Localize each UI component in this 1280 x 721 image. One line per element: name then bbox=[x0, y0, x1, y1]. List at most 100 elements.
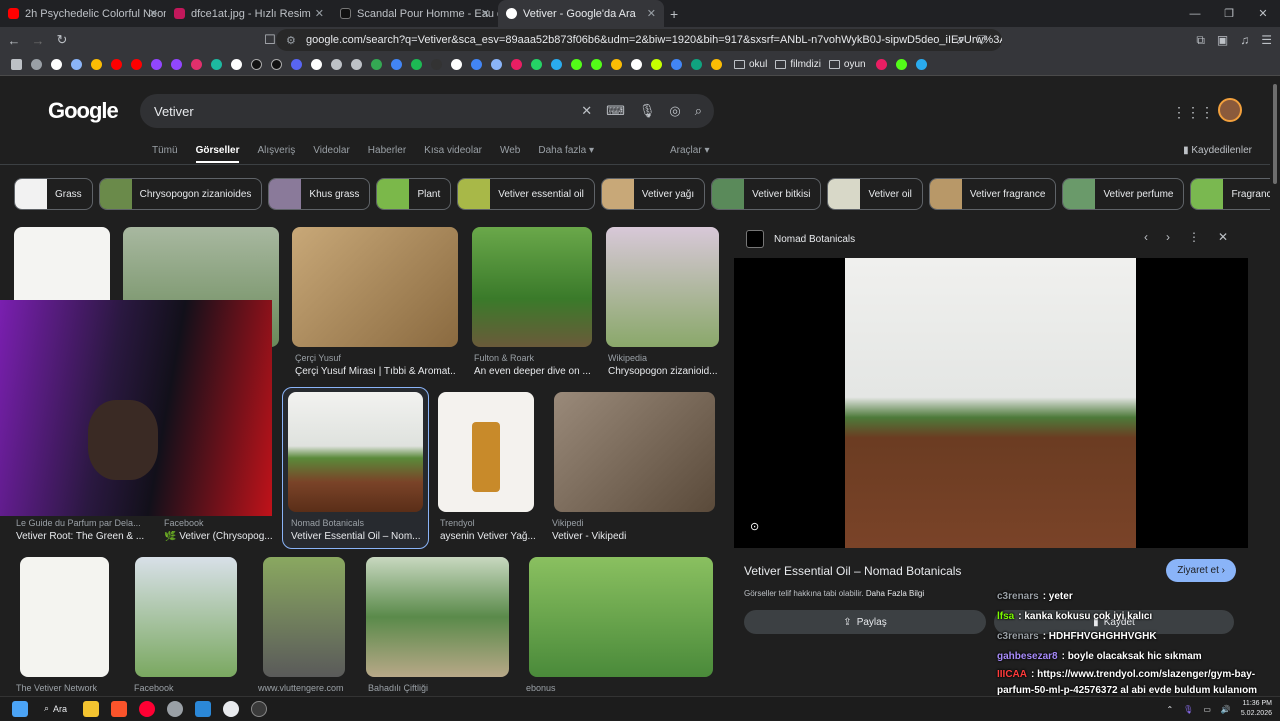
share-button[interactable]: ⇪ Paylaş bbox=[744, 610, 986, 634]
clear-icon[interactable]: ✕ bbox=[581, 103, 592, 119]
result-image[interactable] bbox=[554, 392, 715, 512]
instagram-icon[interactable] bbox=[190, 58, 202, 70]
bookmark-icon[interactable] bbox=[210, 58, 222, 70]
close-icon[interactable]: ✕ bbox=[315, 7, 324, 20]
scrollbar-thumb[interactable] bbox=[1273, 84, 1277, 184]
result-caption[interactable]: www.vluttengere.com bbox=[258, 683, 358, 696]
bookmark-icon[interactable] bbox=[430, 58, 442, 70]
lens-icon[interactable]: ◎ bbox=[669, 103, 680, 119]
brave-shield-icon[interactable]: ⛉ bbox=[977, 33, 986, 48]
browser-tab-3[interactable]: Scandal Pour Homme - Eau de Toilett✕ bbox=[332, 0, 498, 27]
chip[interactable]: Vetiver oil bbox=[827, 178, 923, 210]
url-field[interactable]: ⚙ google.com/search?q=Vetiver&sca_esv=89… bbox=[276, 29, 1002, 51]
result-image[interactable] bbox=[438, 392, 534, 512]
tiktok-icon[interactable] bbox=[250, 58, 262, 70]
bookmark-icon[interactable] bbox=[490, 58, 502, 70]
chip[interactable]: Vetiver yağı bbox=[600, 178, 706, 210]
close-window-icon[interactable]: ✕ bbox=[1246, 7, 1280, 20]
network-icon[interactable]: ▭ bbox=[1203, 705, 1211, 714]
extensions-icon[interactable]: ⧉ bbox=[1196, 33, 1205, 48]
twitch-icon[interactable] bbox=[170, 58, 182, 70]
result-image[interactable] bbox=[20, 557, 109, 677]
result-image[interactable] bbox=[135, 557, 237, 677]
result-caption[interactable]: Facebook bbox=[134, 683, 234, 696]
google-logo[interactable]: Google bbox=[48, 98, 119, 124]
bookmark-icon[interactable] bbox=[710, 58, 722, 70]
tab-short-videos[interactable]: Kısa videolar bbox=[424, 145, 482, 163]
bookmark-icon[interactable] bbox=[30, 58, 42, 70]
bookmark-icon[interactable] bbox=[510, 58, 522, 70]
close-icon[interactable]: ✕ bbox=[481, 7, 490, 20]
chip[interactable]: Vetiver perfume bbox=[1062, 178, 1185, 210]
search-icon[interactable]: ⌕ bbox=[695, 103, 702, 119]
bookmark-folder-okul[interactable]: okul bbox=[734, 59, 767, 70]
result-caption[interactable]: Bahadılı Çiftliği bbox=[368, 683, 488, 696]
taskbar-search[interactable]: ⌕ Ara bbox=[44, 703, 67, 714]
browser-tab-4[interactable]: Vetiver - Google'da Ara ✕ bbox=[498, 0, 664, 27]
bookmark-icon[interactable] bbox=[670, 58, 682, 70]
close-icon[interactable]: ✕ bbox=[149, 7, 158, 20]
bookmark-folder-filmdizi[interactable]: filmdizi bbox=[775, 59, 821, 70]
mic-icon[interactable]: 🎙 bbox=[639, 103, 656, 119]
app-icon[interactable] bbox=[167, 700, 184, 717]
result-image[interactable] bbox=[606, 227, 719, 347]
tools-button[interactable]: Araçlar ▾ bbox=[670, 145, 709, 156]
file-explorer-icon[interactable] bbox=[83, 700, 100, 717]
youtube-icon[interactable] bbox=[110, 58, 122, 70]
result-image[interactable] bbox=[366, 557, 509, 677]
back-icon[interactable]: ← bbox=[4, 33, 24, 48]
keyboard-icon[interactable]: ⌨ bbox=[606, 103, 625, 119]
chip[interactable]: Fragrances bbox=[1190, 178, 1270, 210]
chip[interactable]: Vetiver essential oil bbox=[457, 178, 595, 210]
bookmark-icon[interactable] bbox=[50, 58, 62, 70]
drive-icon[interactable] bbox=[370, 58, 382, 70]
bookmark-icon[interactable] bbox=[390, 58, 402, 70]
bookmark-icon[interactable] bbox=[610, 58, 622, 70]
new-tab-button[interactable]: + bbox=[670, 6, 678, 22]
close-icon[interactable]: ✕ bbox=[1218, 230, 1228, 244]
media-icon[interactable]: ♫ bbox=[1240, 33, 1249, 47]
result-caption[interactable]: Facebook 🌿 Vetiver (Chrysopog... bbox=[164, 518, 274, 542]
volume-icon[interactable]: 🔊 bbox=[1221, 705, 1231, 714]
lens-icon[interactable]: ⊙ bbox=[750, 520, 759, 533]
bookmark-icon[interactable] bbox=[70, 58, 82, 70]
bookmark-icon[interactable] bbox=[875, 58, 887, 70]
whatsapp-icon[interactable] bbox=[530, 58, 542, 70]
brave-browser-icon[interactable] bbox=[111, 700, 128, 717]
result-image[interactable] bbox=[529, 557, 713, 677]
clock[interactable]: 11:36 PM 5.02.2026 bbox=[1241, 699, 1272, 719]
restore-icon[interactable]: ❐ bbox=[1212, 7, 1246, 20]
saved-button[interactable]: ▮ Kaydedilenler bbox=[1183, 145, 1252, 156]
chevron-up-icon[interactable]: ⌃ bbox=[1166, 705, 1173, 714]
panel-header[interactable]: Nomad Botanicals bbox=[746, 230, 855, 248]
result-image[interactable] bbox=[288, 392, 423, 512]
app-icon[interactable] bbox=[223, 700, 240, 717]
tab-images[interactable]: Görseller bbox=[195, 145, 240, 163]
twitch-icon[interactable] bbox=[150, 58, 162, 70]
result-caption[interactable]: ebonus bbox=[526, 683, 626, 696]
result-caption[interactable]: Vikipedi Vetiver - Vikipedi bbox=[552, 518, 702, 542]
previous-icon[interactable]: ‹ bbox=[1144, 230, 1148, 244]
result-image[interactable] bbox=[472, 227, 592, 347]
visit-button[interactable]: Ziyaret et › bbox=[1166, 559, 1236, 582]
result-caption[interactable]: Le Guide du Parfum par Dela... Vetiver R… bbox=[16, 518, 146, 542]
result-caption[interactable]: Trendyol aysenin Vetiver Yağ... bbox=[440, 518, 536, 542]
apps-icon[interactable] bbox=[10, 58, 22, 70]
bookmark-icon[interactable] bbox=[350, 58, 362, 70]
kick-icon[interactable] bbox=[590, 58, 602, 70]
apps-grid-icon[interactable]: ⋮⋮⋮ bbox=[1172, 104, 1214, 121]
telegram-icon[interactable] bbox=[550, 58, 562, 70]
mic-icon[interactable]: 🎙 bbox=[1183, 705, 1193, 714]
bookmark-icon[interactable] bbox=[330, 58, 342, 70]
bookmark-icon[interactable] bbox=[650, 58, 662, 70]
more-options-icon[interactable]: ⋮ bbox=[1188, 230, 1200, 244]
browser-tab-2[interactable]: dfce1at.jpg - Hızlı Resim ✕ bbox=[166, 0, 332, 27]
browser-tab-1[interactable]: 2h Psychedelic Colorful Neon Backgr✕ bbox=[0, 0, 166, 27]
share-page-icon[interactable]: ⇗ bbox=[955, 33, 965, 47]
chip[interactable]: Khus grass bbox=[268, 178, 371, 210]
tab-news[interactable]: Haberler bbox=[368, 145, 406, 163]
result-caption[interactable]: Nomad Botanicals Vetiver Essential Oil –… bbox=[291, 518, 423, 542]
kick-icon[interactable] bbox=[570, 58, 582, 70]
learn-more-link[interactable]: Daha Fazla Bilgi bbox=[866, 589, 924, 598]
forward-icon[interactable]: → bbox=[28, 33, 48, 48]
